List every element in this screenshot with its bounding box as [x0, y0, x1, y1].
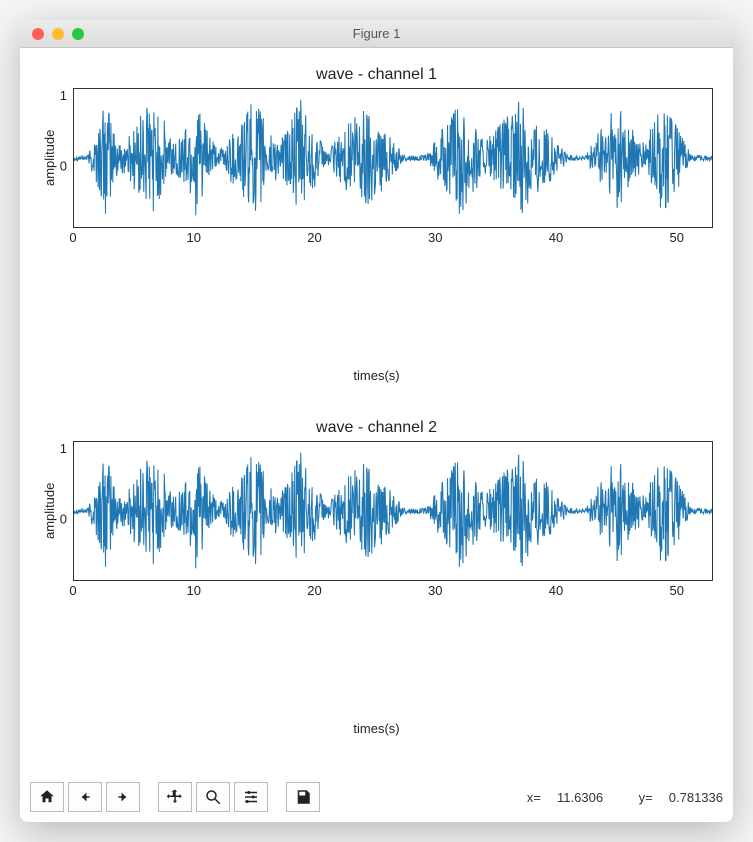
coord-y: y=0.781336 [623, 790, 723, 805]
xtick: 20 [307, 583, 321, 598]
xtick: 0 [69, 583, 76, 598]
xtick: 40 [549, 583, 563, 598]
ytick: 1 [57, 88, 67, 103]
back-button[interactable] [68, 782, 102, 812]
magnify-icon [204, 788, 222, 806]
titlebar: Figure 1 [20, 20, 733, 48]
plot-area[interactable] [73, 441, 713, 581]
minimize-icon[interactable] [52, 28, 64, 40]
xtick: 10 [187, 230, 201, 245]
xtick: 30 [428, 583, 442, 598]
ytick: 0 [57, 511, 67, 526]
x-axis-label: times(s) [40, 721, 713, 736]
y-axis-label: amplitude [40, 88, 57, 228]
waveform-svg [74, 89, 712, 227]
matplotlib-toolbar: x=11.6306 y=0.781336 [20, 776, 733, 822]
home-button[interactable] [30, 782, 64, 812]
ytick: 0 [57, 158, 67, 173]
x-axis-ticks: 01020304050 [73, 581, 713, 599]
chart-channel-1: wave - channel 1 amplitude 1 0 _ a 0 010… [40, 66, 713, 383]
xtick: 20 [307, 230, 321, 245]
x-axis-label: times(s) [40, 368, 713, 383]
xtick: 0 [69, 230, 76, 245]
home-icon [38, 788, 56, 806]
maximize-icon[interactable] [72, 28, 84, 40]
move-icon [166, 788, 184, 806]
chart-channel-2: wave - channel 2 amplitude 1 0 _ a 0 010… [40, 419, 713, 736]
xtick: 50 [670, 230, 684, 245]
chart-title: wave - channel 1 [40, 66, 713, 84]
chart-title: wave - channel 2 [40, 419, 713, 437]
figure-content: wave - channel 1 amplitude 1 0 _ a 0 010… [20, 48, 733, 776]
sliders-icon [242, 788, 260, 806]
waveform-svg [74, 442, 712, 580]
configure-button[interactable] [234, 782, 268, 812]
save-icon [294, 788, 312, 806]
xtick: 10 [187, 583, 201, 598]
close-icon[interactable] [32, 28, 44, 40]
xtick: 50 [670, 583, 684, 598]
zoom-button[interactable] [196, 782, 230, 812]
xtick: 40 [549, 230, 563, 245]
save-button[interactable] [286, 782, 320, 812]
xtick: 30 [428, 230, 442, 245]
arrow-right-icon [114, 788, 132, 806]
window-title: Figure 1 [20, 26, 733, 41]
plot-area[interactable] [73, 88, 713, 228]
coord-x: x=11.6306 [511, 790, 603, 805]
tool-buttons [30, 782, 320, 812]
cursor-coordinates: x=11.6306 y=0.781336 [495, 790, 723, 805]
window-controls [20, 28, 84, 40]
y-axis-ticks: 1 0 _ [57, 441, 73, 581]
figure-window: Figure 1 wave - channel 1 amplitude 1 0 … [20, 20, 733, 822]
x-axis-ticks: 01020304050 [73, 228, 713, 246]
forward-button[interactable] [106, 782, 140, 812]
ytick: 1 [57, 441, 67, 456]
pan-button[interactable] [158, 782, 192, 812]
y-axis-label: amplitude [40, 441, 57, 581]
arrow-left-icon [76, 788, 94, 806]
y-axis-ticks: 1 0 _ [57, 88, 73, 228]
